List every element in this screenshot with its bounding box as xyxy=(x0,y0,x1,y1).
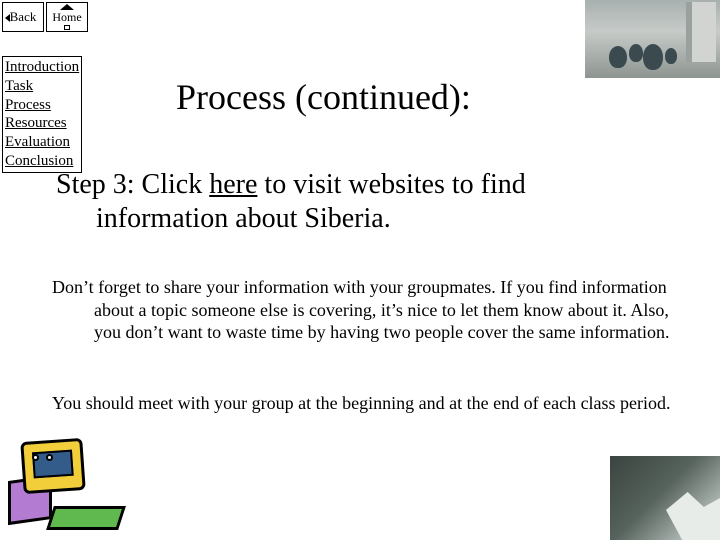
sidebar-item-resources[interactable]: Resources xyxy=(5,114,79,133)
step3: Step 3: Click here to visit websites to … xyxy=(56,168,690,235)
sidebar-item-introduction[interactable]: Introduction xyxy=(5,58,79,77)
sidebar-item-evaluation[interactable]: Evaluation xyxy=(5,133,79,152)
back-button[interactable]: Back xyxy=(2,2,44,32)
arrow-left-icon xyxy=(5,14,10,22)
home-label: Home xyxy=(52,10,81,25)
sidebar-item-process[interactable]: Process xyxy=(5,96,79,115)
corner-image xyxy=(610,456,720,540)
sidebar-item-task[interactable]: Task xyxy=(5,77,79,96)
computer-clipart xyxy=(6,436,126,534)
hero-image xyxy=(585,0,720,78)
step3-link[interactable]: here xyxy=(209,169,257,200)
home-icon xyxy=(60,4,74,10)
step3-line2: information about Siberia. xyxy=(56,202,690,236)
home-button[interactable]: Home xyxy=(46,2,88,32)
back-label: Back xyxy=(10,9,37,25)
page-title: Process (continued): xyxy=(176,76,471,118)
paragraph-1-text: Don’t forget to share your information w… xyxy=(52,276,680,344)
paragraph-2: You should meet with your group at the b… xyxy=(52,392,680,415)
home-door-icon xyxy=(64,25,70,30)
paragraph-2-text: You should meet with your group at the b… xyxy=(52,392,680,415)
sidebar: Introduction Task Process Resources Eval… xyxy=(2,56,82,173)
step3-post: to visit websites to find xyxy=(257,169,525,200)
paragraph-1: Don’t forget to share your information w… xyxy=(52,276,680,344)
step3-pre: Step 3: Click xyxy=(56,169,209,200)
